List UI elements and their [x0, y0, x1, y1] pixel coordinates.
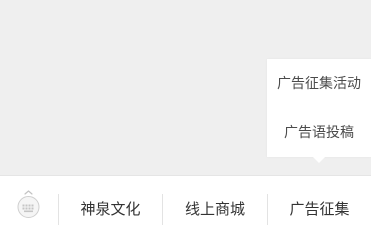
popup-item-ad-campaign[interactable]: 广告征集活动	[267, 72, 371, 96]
tab-ad-collection[interactable]: 广告征集	[268, 194, 371, 225]
popup-item-slogan-submission[interactable]: 广告语投稿	[267, 121, 371, 145]
popup-menu: 广告征集活动 广告语投稿	[267, 59, 371, 163]
keyboard-toggle-button[interactable]	[16, 188, 41, 220]
bottom-nav-bar: 神泉文化 线上商城 广告征集	[0, 175, 371, 241]
tab-shenquan-culture[interactable]: 神泉文化	[59, 194, 162, 225]
keyboard-icon	[17, 190, 40, 218]
tab-online-mall[interactable]: 线上商城	[163, 194, 267, 225]
